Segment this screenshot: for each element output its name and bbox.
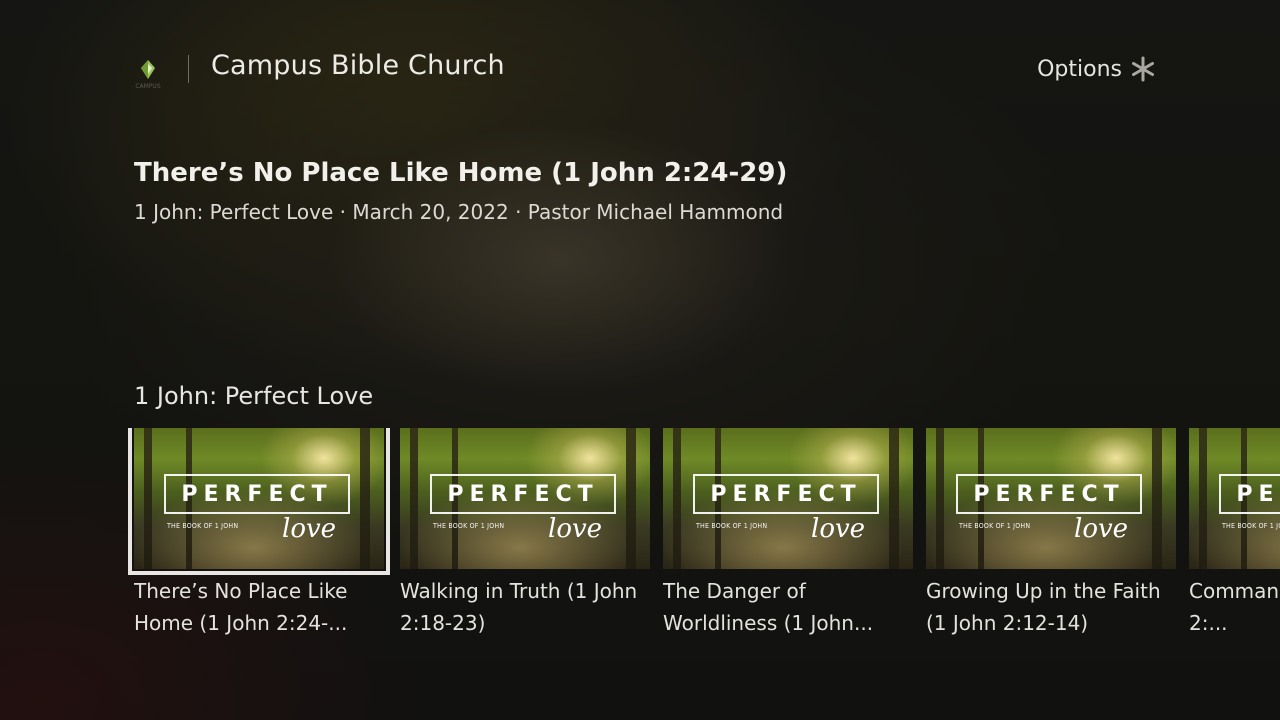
thumbnail-frame: PERFECT xyxy=(956,474,1142,514)
video-tile-label: Walking in Truth (1 John 2:18-23) xyxy=(400,579,638,635)
video-tile-label: Growing Up in the Faith (1 John 2:12-14) xyxy=(926,579,1161,635)
options-button[interactable]: Options xyxy=(1037,56,1156,82)
svg-text:CAMPUS: CAMPUS xyxy=(135,83,160,90)
thumbnail-script: love xyxy=(811,514,866,544)
channel-title: Campus Bible Church xyxy=(211,50,505,81)
thumbnail-subtitle: THE BOOK OF 1 JOHN xyxy=(696,522,768,530)
thumbnail-headline: PERFECT xyxy=(1236,482,1280,507)
row-title: 1 John: Perfect Love xyxy=(134,382,374,410)
thumbnail-headline: PERFECT xyxy=(181,482,333,507)
video-tile[interactable]: PERFECT THE BOOK OF 1 JOHN love Walking … xyxy=(400,428,650,639)
header-divider xyxy=(188,55,189,83)
thumbnail-frame: PERFECT xyxy=(1219,474,1280,514)
video-tile-label: Commandment (1 John 2:... xyxy=(1189,579,1280,635)
screen: CAMPUS Campus Bible Church Options There… xyxy=(0,0,1280,720)
video-thumbnail: PERFECT THE BOOK OF 1 JOHN love xyxy=(128,428,390,575)
thumbnail-frame: PERFECT xyxy=(693,474,879,514)
video-thumbnail: PERFECT THE BOOK OF 1 JOHN love xyxy=(663,428,913,569)
thumbnail-headline: PERFECT xyxy=(447,482,599,507)
thumbnail-headline: PERFECT xyxy=(710,482,862,507)
video-thumbnail: PERFECT THE BOOK OF 1 JOHN love xyxy=(400,428,650,569)
asterisk-icon xyxy=(1130,56,1156,82)
selected-video-meta: 1 John: Perfect Love · March 20, 2022 · … xyxy=(134,200,784,224)
thumbnail-frame: PERFECT xyxy=(430,474,616,514)
thumbnail-subtitle: THE BOOK OF 1 JOHN xyxy=(1222,522,1280,530)
video-tile[interactable]: PERFECT THE BOOK OF 1 JOHN love The Dang… xyxy=(663,428,913,639)
video-tile-label: There’s No Place Like Home (1 John 2:24-… xyxy=(134,579,348,635)
video-tile[interactable]: PERFECT THE BOOK OF 1 JOHN love There’s … xyxy=(128,428,390,639)
thumbnail-subtitle: THE BOOK OF 1 JOHN xyxy=(167,522,239,530)
video-tile[interactable]: PERFECT THE BOOK OF 1 JOHN love Growing … xyxy=(926,428,1176,639)
thumbnail-script: love xyxy=(282,514,337,544)
options-label: Options xyxy=(1037,56,1122,82)
video-thumbnail: PERFECT THE BOOK OF 1 JOHN love xyxy=(926,428,1176,569)
campus-leaf-logo-icon: CAMPUS xyxy=(128,52,168,92)
video-tile-label: The Danger of Worldliness (1 John... xyxy=(663,579,874,635)
thumbnail-script: love xyxy=(1074,514,1129,544)
thumbnail-frame: PERFECT xyxy=(164,474,350,514)
thumbnail-script: love xyxy=(548,514,603,544)
video-tile[interactable]: PERFECT THE BOOK OF 1 JOHN love Commandm… xyxy=(1189,428,1280,639)
video-thumbnail: PERFECT THE BOOK OF 1 JOHN love xyxy=(1189,428,1280,569)
video-row: PERFECT THE BOOK OF 1 JOHN love There’s … xyxy=(0,428,1280,648)
thumbnail-subtitle: THE BOOK OF 1 JOHN xyxy=(433,522,505,530)
thumbnail-headline: PERFECT xyxy=(973,482,1125,507)
selected-video-title: There’s No Place Like Home (1 John 2:24-… xyxy=(134,158,788,188)
thumbnail-subtitle: THE BOOK OF 1 JOHN xyxy=(959,522,1031,530)
